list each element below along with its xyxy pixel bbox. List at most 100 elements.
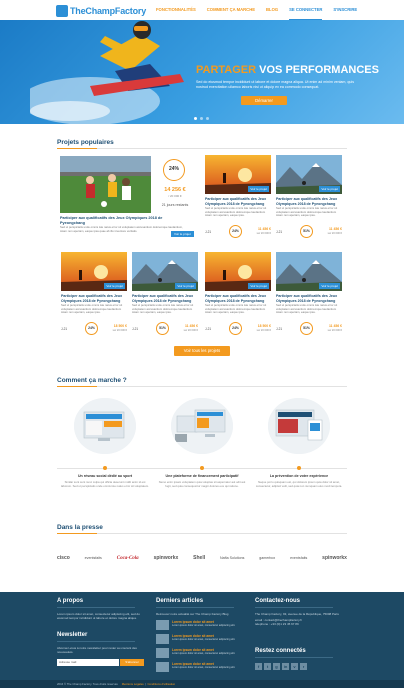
view-project-button[interactable]: Voir le projet [248,283,269,289]
newsletter-email-input[interactable]: Adresse mail [57,659,119,666]
google-plus-icon[interactable]: g [273,663,280,670]
press-logo-coca-cola[interactable]: Coca-Cola [117,556,139,561]
project-card[interactable]: Voir le projet Participer aux qualificati… [205,155,271,239]
terms-link[interactable]: Conditions d'utilisation [148,682,176,686]
logo-mark-icon [56,4,68,17]
article-thumbnail [156,634,169,644]
newsletter-subscribe-button[interactable]: S'abonner [120,659,144,666]
twitter-icon[interactable]: t [264,663,271,670]
featured-project-card[interactable]: 24% 14 256 € / 20 000 € 21 jours restant… [57,152,199,244]
nav-login[interactable]: SE CONNECTER [289,0,323,20]
projects-divider [57,148,347,149]
article-item[interactable]: Lorem ipsum dolor sit amet Lorem ipsum do… [156,620,246,631]
step-description: Similar sunt sunt nunc culpa qui officia… [61,480,149,488]
hero-title-rest: VOS PERFORMANCES [259,64,379,76]
project-image: Voir le projet [276,252,342,291]
project-description: Sed ut perspiciatis unde omnis iste natu… [276,303,338,315]
step-description: Nemo enim ipsam voluptatem quia voluptas… [158,480,246,488]
projects-section-title: Projets populaires [57,139,114,146]
nav-blog[interactable]: BLOG [266,0,278,20]
project-description: Sed ut perspiciatis unde omnis iste natu… [276,206,338,218]
project-title[interactable]: Participer aux qualificatifs des Jeux Ol… [61,294,127,303]
rss-icon[interactable]: r [300,663,307,670]
view-project-button[interactable]: Voir le projet [319,283,340,289]
project-card[interactable]: Voir le projet Participer aux qualificati… [276,155,342,239]
view-project-button[interactable]: Voir le projet [248,186,269,192]
step-title: La prévention de votre expérience [269,474,329,478]
view-project-button[interactable]: Voir le projet [175,283,196,289]
nav-how-it-works[interactable]: COMMENT ÇA MARCHE [207,0,255,20]
how-step-experience: La prévention de votre expérience Neque … [251,394,347,504]
project-title[interactable]: Participer aux qualificatifs des Jeux Ol… [276,294,342,303]
social-title: Restez connectés [255,648,306,654]
featured-project-description: Sed ut perspiciatis unde omnis iste natu… [60,225,183,233]
amount-goal: sur 20 000 € [327,232,342,235]
amount-raised: 11 456 € [184,324,198,328]
about-divider [57,607,135,608]
article-description: Lorem ipsum dolor sit amet, consectetur … [172,652,236,655]
press-logo-nafta[interactable]: Nafta Solutions [220,556,244,560]
vimeo-icon[interactable]: v [291,663,298,670]
project-image: Voir le projet [276,155,342,194]
slider-dot[interactable] [206,117,209,120]
facebook-icon[interactable]: f [255,663,262,670]
project-title[interactable]: Participer aux qualificatifs des Jeux Ol… [205,197,271,206]
amount-raised: 11 456 € [257,227,271,231]
social-network-illustration [74,398,136,454]
project-description: Sed ut perspiciatis unde omnis iste natu… [61,303,123,315]
start-button[interactable]: Démarrer [241,96,287,105]
featured-project-image [60,156,151,213]
amount-goal: sur 20 000 € [256,232,271,235]
contact-title: Contactez-nous [255,598,300,604]
footer-contact: Contactez-nous The Champ Factory, 93, av… [255,598,347,626]
project-stats: J-21 51% 11 456 € sur 20 000 € [276,225,342,238]
days-left: J-21 [205,327,212,331]
project-card[interactable]: Voir le projet Participer aux qualificati… [61,252,127,336]
article-description: Lorem ipsum dolor sit amet, consectetur … [172,624,236,627]
see-all-projects-button[interactable]: Voir tous les projets [174,346,230,356]
article-item[interactable]: Lorem ipsum dolor sit amet Lorem ipsum do… [156,634,246,645]
linkedin-icon[interactable]: in [282,663,289,670]
slider-dots [194,117,212,120]
press-logo-gamerbox[interactable]: gamerbox [259,556,275,560]
how-step-funding: Une plateforme de financement participat… [154,394,250,504]
article-item[interactable]: Lorem ipsum dolor sit amet Lorem ipsum do… [156,648,246,659]
press-logo-cisco[interactable]: cisco [57,555,70,561]
featured-project-title[interactable]: Participer aux qualificatifs des Jeux Ol… [60,216,180,225]
featured-view-project-button[interactable]: Voir le projet [171,231,194,237]
view-project-button[interactable]: Voir le projet [104,283,125,289]
experience-illustration [268,398,330,454]
slider-dot[interactable] [200,117,203,120]
site-logo[interactable]: TheChampFactory [56,4,146,17]
project-title[interactable]: Participer aux qualificatifs des Jeux Ol… [276,197,342,206]
press-logo-spinworkx-2[interactable]: spinworkx [322,555,347,561]
how-section-title: Comment ça marche ? [57,377,127,384]
legal-link[interactable]: Mentions Légales [122,682,144,686]
view-project-button[interactable]: Voir le projet [319,186,340,192]
project-image: Voir le projet [61,252,127,291]
press-logo-eventsfaits[interactable]: eventsfaits [85,556,102,560]
progress-circle: 51% [300,322,313,335]
project-card[interactable]: Voir le projet Participer aux qualificati… [276,252,342,336]
amount-goal: sur 20 000 € [327,329,342,332]
project-card[interactable]: Voir le projet Participer aux qualificati… [205,252,271,336]
step-dot [200,466,204,470]
project-card[interactable]: Voir le projet Participer aux qualificati… [132,252,198,336]
press-logo-eventsfaits-2[interactable]: eventsfaits [290,556,307,560]
article-thumbnail [156,648,169,658]
nav-signup[interactable]: S'INSCRIRE [333,0,357,20]
project-stats: J-21 24% 18 500 € sur 20 000 € [61,322,127,335]
newsletter-title: Newsletter [57,632,88,638]
project-title[interactable]: Participer aux qualificatifs des Jeux Ol… [132,294,198,303]
about-title: A propos [57,598,84,604]
project-description: Sed ut perspiciatis unde omnis iste natu… [132,303,194,315]
press-logo-shell[interactable]: Shell [193,555,205,561]
newsletter-divider [57,641,135,642]
project-title[interactable]: Participer aux qualificatifs des Jeux Ol… [205,294,271,303]
step-title: Une plateforme de financement participat… [165,474,239,478]
nav-features[interactable]: FONCTIONNALITÉS [156,0,196,20]
slider-dot[interactable] [194,117,197,120]
days-left: J-21 [205,230,212,234]
article-item[interactable]: Lorem ipsum dolor sit amet Lorem ipsum do… [156,662,246,673]
press-logo-spinworkx[interactable]: spinworkx [154,555,179,561]
